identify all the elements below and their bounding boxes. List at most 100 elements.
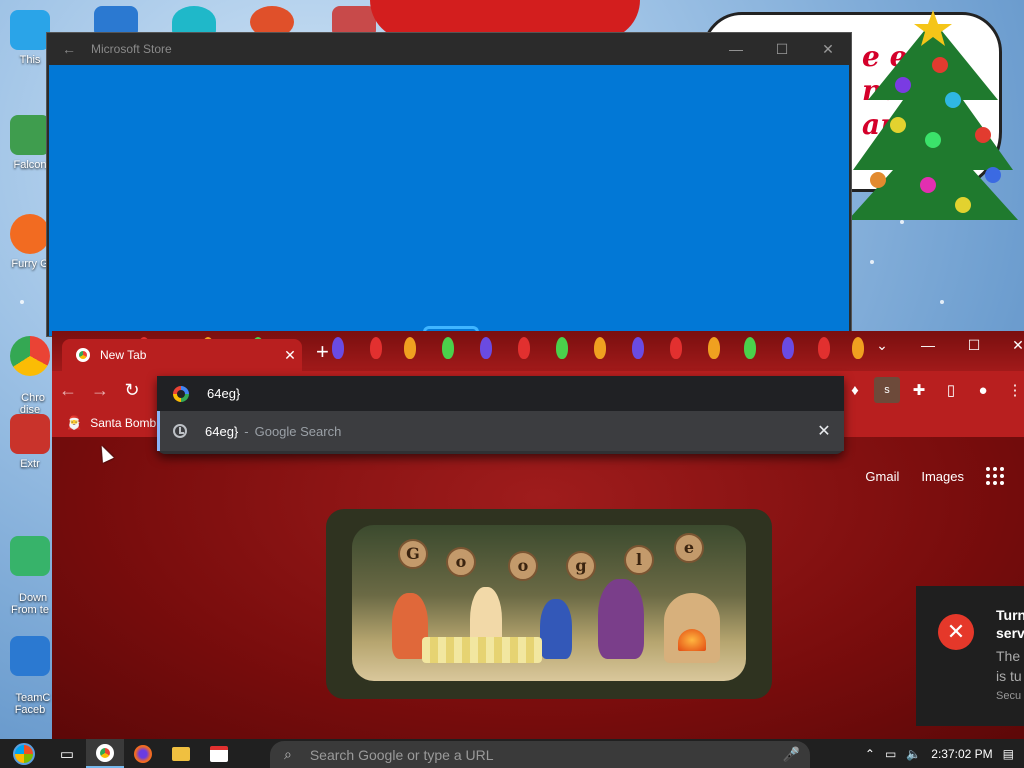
remove-suggestion-button[interactable]: ✕	[804, 421, 844, 441]
store-titlebar[interactable]: ← Microsoft Store — ☐ ✕	[47, 33, 851, 65]
light-bulb	[556, 337, 568, 359]
toast-title: Turn serv	[996, 607, 1024, 641]
doodle-letter: o	[508, 551, 538, 581]
picnic-table	[422, 637, 542, 663]
extension-s-icon[interactable]: s	[874, 377, 900, 403]
menu-icon[interactable]: ⋮	[1002, 377, 1024, 403]
light-bulb	[632, 337, 644, 359]
bear-figure	[598, 579, 644, 659]
tab-search-button[interactable]: ⌄	[862, 337, 902, 354]
light-bulb	[518, 337, 530, 359]
window-title: Microsoft Store	[91, 42, 172, 56]
taskbar-search-box[interactable]: ⌕ Search Google or type a URL 🎤	[270, 741, 810, 768]
light-bulb	[404, 337, 416, 359]
firefox-icon	[10, 214, 50, 254]
task-view-icon[interactable]: ▭	[48, 739, 86, 768]
back-button[interactable]: ←	[47, 41, 91, 57]
doodle-letter: o	[446, 547, 476, 577]
firefox-taskbar-icon[interactable]	[124, 739, 162, 768]
doodle-letter: e	[674, 533, 704, 563]
puzzle-icon[interactable]: ✚	[906, 377, 932, 403]
minimize-button[interactable]: —	[908, 337, 948, 353]
archive-icon	[10, 414, 50, 454]
light-bulb	[370, 337, 382, 359]
computer-icon	[10, 10, 50, 50]
google-g-icon	[173, 385, 189, 402]
forward-button[interactable]: →	[84, 380, 116, 401]
close-button[interactable]: ✕	[805, 41, 851, 58]
doodle-scene: G o o g l e	[352, 525, 746, 681]
top-links: Gmail Images	[865, 467, 1004, 485]
chevron-up-icon[interactable]: ⌃	[865, 747, 875, 761]
images-link[interactable]: Images	[921, 469, 964, 484]
side-panel-icon[interactable]: ▯	[938, 377, 964, 403]
desktop-icon-label: Falcon	[13, 159, 47, 171]
notification-center-icon[interactable]: ▤	[1003, 747, 1014, 761]
doodle-letter: l	[624, 545, 654, 575]
volume-icon[interactable]: 🔈	[906, 747, 921, 761]
folder-taskbar-icon[interactable]	[162, 739, 200, 768]
back-button[interactable]: ←	[52, 380, 84, 401]
chrome-icon	[76, 348, 90, 362]
new-tab-button[interactable]: +	[316, 339, 329, 365]
gear-icon	[10, 636, 50, 676]
maximize-button[interactable]: ☐	[954, 337, 994, 354]
windows-logo-icon	[13, 742, 35, 765]
omnibox-suggestion[interactable]: 64eg} - Google Search ✕	[157, 411, 844, 451]
apps-grid-icon[interactable]	[986, 467, 1004, 485]
light-bulb	[782, 337, 794, 359]
desktop-icon-download[interactable]: Down From te	[4, 512, 56, 616]
minimize-button[interactable]: —	[713, 41, 759, 57]
reload-button[interactable]: ↻	[116, 380, 148, 401]
tab-strip: New Tab ✕ + ⌄ — ☐ ✕	[52, 331, 1024, 371]
store-taskbar-icon[interactable]	[200, 739, 238, 768]
light-bulb	[744, 337, 756, 359]
microsoft-store-window[interactable]: ← Microsoft Store — ☐ ✕	[46, 32, 852, 340]
extension-flag-icon[interactable]: ♦	[842, 377, 868, 403]
maximize-button[interactable]: ☐	[759, 41, 805, 58]
desktop-icon-teamc[interactable]: TeamC Faceb	[4, 612, 56, 716]
taskbar: ▭ ⌕ Search Google or type a URL 🎤 ⌃ ▭ 🔈 …	[0, 739, 1024, 768]
google-doodle[interactable]: G o o g l e	[326, 509, 772, 699]
search-placeholder: Search Google or type a URL	[309, 746, 494, 763]
toast-source: Secu	[996, 690, 1022, 702]
omnibox-dropdown[interactable]: 64eg} 64eg} - Google Search ✕	[157, 376, 844, 454]
oven-figure	[664, 593, 720, 663]
chrome-icon	[10, 336, 50, 376]
desktop-icon-label: Extr	[20, 458, 40, 470]
toast-body: The is tu	[996, 648, 1022, 684]
light-bulb	[708, 337, 720, 359]
suggestion-separator: -	[244, 423, 249, 439]
suggestion-query: 64eg}	[205, 423, 239, 439]
start-button[interactable]	[0, 739, 48, 768]
new-tab-page: Gmail Images G o o g l e	[52, 437, 1024, 741]
santa-icon: 🎅	[66, 415, 83, 430]
desktop-icon-extract[interactable]: Extr	[4, 414, 56, 470]
error-icon: ✕	[938, 614, 974, 650]
omnibox-text[interactable]: 64eg}	[207, 386, 240, 401]
clock-time[interactable]: 2:37:02 PM	[931, 747, 992, 761]
suggestion-description: Google Search	[254, 423, 342, 439]
close-button[interactable]: ✕	[998, 337, 1024, 354]
light-bulb	[480, 337, 492, 359]
network-icon[interactable]: ▭	[885, 747, 896, 761]
light-bulb	[818, 337, 830, 359]
recycle-icon	[10, 115, 50, 155]
store-splash	[49, 65, 849, 340]
extension-icons: ♦ s ✚ ▯ ● ⋮	[842, 377, 1024, 403]
omnibox-input[interactable]: 64eg}	[157, 376, 844, 411]
search-icon: ⌕	[284, 746, 292, 762]
tab-close-button[interactable]: ✕	[278, 347, 302, 364]
microphone-icon[interactable]: 🎤	[783, 746, 800, 763]
tab-new-tab[interactable]: New Tab ✕	[62, 339, 302, 371]
notification-toast[interactable]: ✕ Turn serv The is tu Secu	[916, 586, 1024, 726]
chrome-taskbar-icon[interactable]	[86, 739, 124, 768]
desktop-icon-label: Chro dise	[19, 392, 45, 416]
light-bulb	[442, 337, 454, 359]
doodle-letter: G	[398, 539, 428, 569]
doodle-letter: g	[566, 551, 596, 581]
profile-avatar-icon[interactable]: ●	[970, 377, 996, 403]
gmail-link[interactable]: Gmail	[865, 469, 899, 484]
bird-figure	[540, 599, 572, 659]
bookmark-santa-bomb[interactable]: Santa Bomb	[90, 416, 156, 430]
